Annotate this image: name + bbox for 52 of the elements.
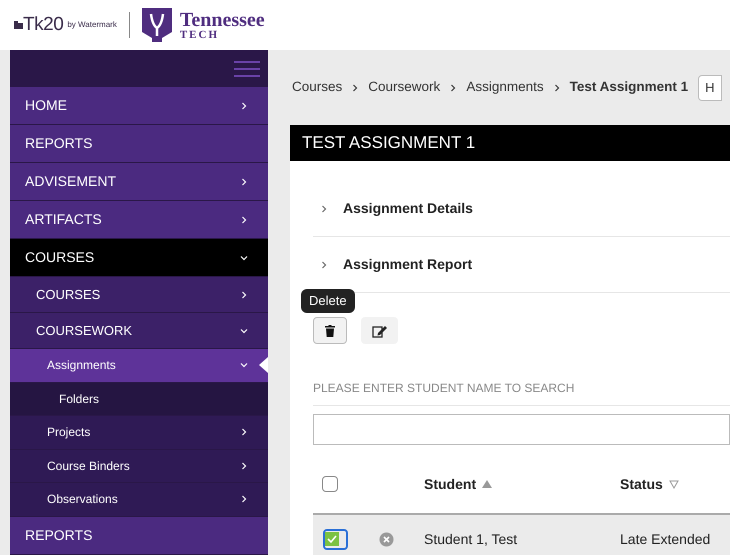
logo-mark-icon [14,21,23,29]
sidebar-item[interactable]: Folders [10,382,268,416]
remove-icon[interactable] [379,532,394,546]
sidebar-item[interactable]: Observations [10,483,268,516]
brand-logo: Tk20 [23,12,64,37]
menu-icon[interactable] [234,60,260,78]
sidebar-item[interactable]: REPORTS [10,125,268,163]
breadcrumb-current: Test Assignment 1 [570,78,688,96]
brand-tagline: by Watermark [67,19,117,31]
sidebar-item[interactable]: REPORTS [10,516,268,554]
sidebar-item[interactable]: ARTIFACTS [10,201,268,239]
university-subname: TECH [180,30,220,40]
page-title: TEST ASSIGNMENT 1 [302,132,476,154]
chevron-right-icon [239,494,249,504]
university-logo-icon [142,8,172,42]
column-header[interactable]: Status [620,474,679,494]
select-all-checkbox[interactable] [322,476,338,492]
sidebar-item[interactable]: Course Binders [10,450,268,483]
column-header[interactable]: Student [424,474,620,494]
search-label: PLEASE ENTER STUDENT NAME TO SEARCH [313,379,730,406]
breadcrumb-link[interactable]: Assignments [466,77,544,98]
table-cell-text: Student 1, Test [424,530,518,548]
sidebar-item[interactable]: Assignments [10,349,268,382]
sidebar-item[interactable]: HOME [10,87,268,125]
selection-pointer-icon [259,357,268,374]
chevron-right-icon [239,290,249,300]
chevron-right-icon [239,427,249,438]
sidebar-item[interactable]: ADVISEMENT [10,163,268,201]
chevron-right-icon [239,100,249,110]
chevron-right-icon [319,260,329,270]
sidebar-item[interactable]: Projects [10,416,268,450]
chevron-right-icon [239,214,249,224]
table-cell-text: Late Extended [620,530,710,548]
check-icon [325,532,339,546]
chevron-right-icon [239,176,249,186]
accordion-header[interactable]: Assignment Details [313,181,730,237]
breadcrumb-link[interactable]: Coursework [368,77,440,98]
trash-icon [325,324,335,336]
university-name: Tennessee [180,10,265,30]
tooltip: Delete [301,289,355,312]
sort-ascending-icon [482,480,492,488]
row-checkbox[interactable] [323,528,348,550]
search-field[interactable] [313,414,730,445]
chevron-right-icon [239,460,249,471]
sort-descending-icon [668,480,679,488]
delete-button[interactable] [313,317,347,344]
edit-button[interactable] [361,317,398,344]
breadcrumb-link[interactable]: Courses [292,77,342,98]
edit-pencil-icon [372,324,388,338]
sidebar-item[interactable]: COURSES [10,239,268,277]
chevron-right-icon [319,204,329,214]
help-button[interactable]: H [698,74,722,100]
